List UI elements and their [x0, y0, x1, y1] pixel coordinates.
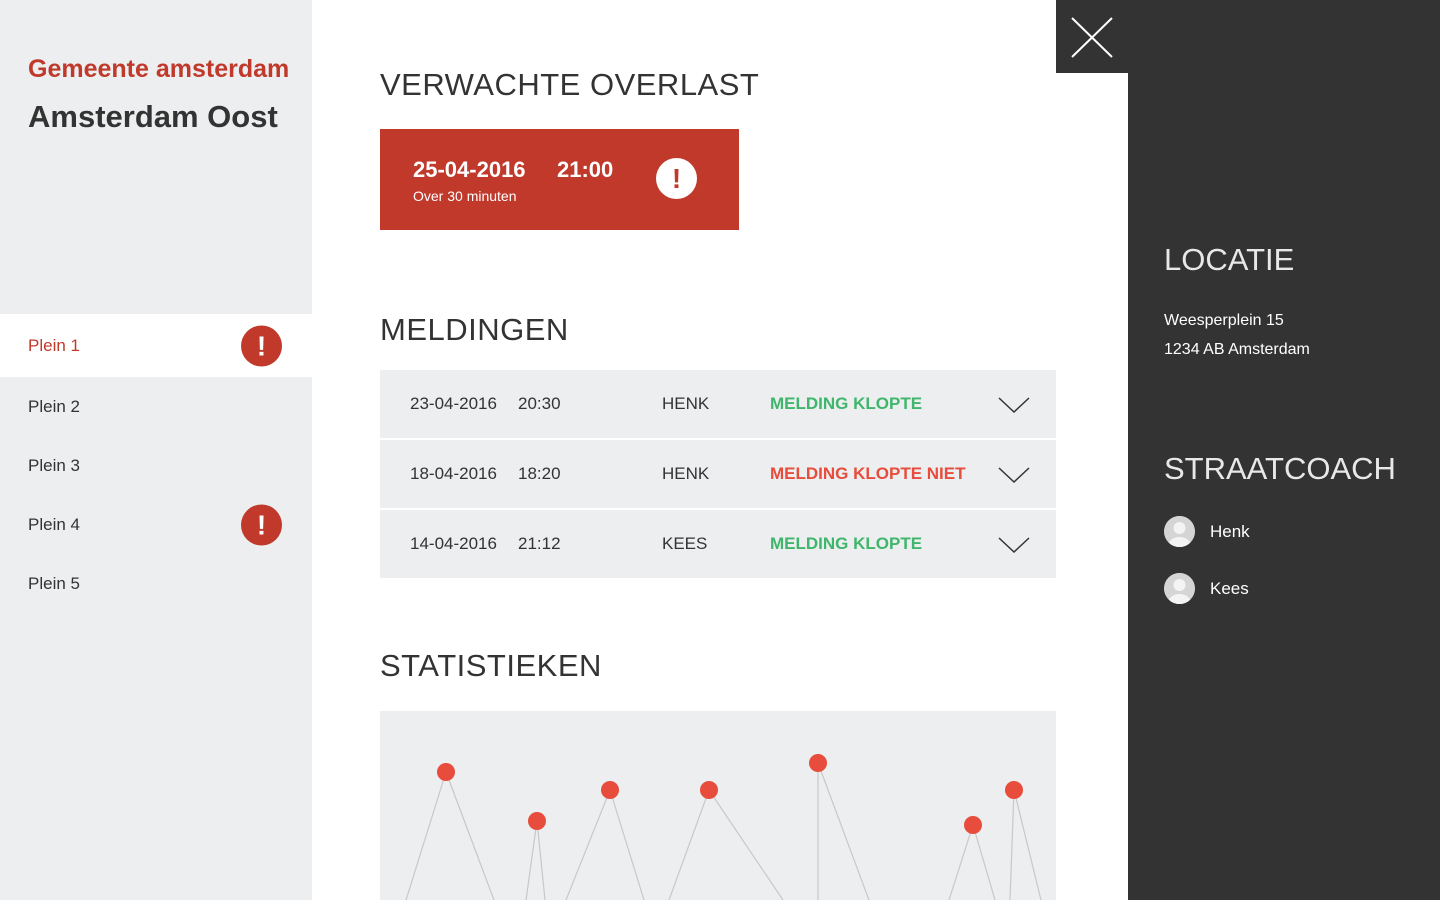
avatar-icon: [1164, 516, 1195, 547]
statistieken-title: STATISTIEKEN: [380, 648, 602, 683]
sidebar-item-label: Plein 5: [28, 574, 80, 593]
report-status: MELDING KLOPTE NIET: [770, 464, 966, 483]
chart-point: [809, 754, 827, 772]
alert-date: 25-04-2016: [413, 157, 526, 182]
chart-line: [405, 771, 447, 900]
chevron-down-icon[interactable]: [998, 396, 1030, 414]
chart-point: [528, 812, 546, 830]
sidebar-item-plein-5[interactable]: Plein 5: [0, 554, 312, 613]
chart-line: [525, 820, 538, 900]
sidebar-item-plein-1[interactable]: Plein 1 !: [0, 314, 312, 377]
table-row[interactable]: 18-04-2016 18:20 HENK MELDING KLOPTE NIE…: [380, 440, 1056, 510]
chevron-down-icon[interactable]: [998, 466, 1030, 484]
sidebar-item-plein-4[interactable]: Plein 4 !: [0, 495, 312, 554]
chart-line: [948, 824, 974, 900]
close-button[interactable]: [1056, 0, 1128, 73]
chevron-down-icon[interactable]: [998, 536, 1030, 554]
chart-line: [972, 824, 996, 900]
statistics-chart: [380, 711, 1056, 900]
statistics-chart-svg: [405, 754, 1042, 900]
sidebar-item-label: Plein 3: [28, 456, 80, 475]
plein-list: Plein 1 ! Plein 2 Plein 3 Plein 4 ! Plei…: [0, 314, 312, 613]
sidebar-item-label: Plein 2: [28, 397, 80, 416]
alert-icon: !: [241, 504, 282, 545]
chart-point: [601, 781, 619, 799]
report-status: MELDING KLOPTE: [770, 534, 923, 553]
report-name: HENK: [662, 464, 710, 483]
chart-point: [437, 763, 455, 781]
alert-countdown: Over 30 minuten: [413, 188, 517, 204]
report-date: 23-04-2016: [410, 394, 497, 413]
sidebar: Gemeente amsterdam Amsterdam Oost Plein …: [0, 0, 312, 900]
organization-name: Gemeente amsterdam: [28, 55, 290, 83]
report-status: MELDING KLOPTE: [770, 394, 923, 413]
sidebar-item-plein-3[interactable]: Plein 3: [0, 436, 312, 495]
overlast-title: VERWACHTE OVERLAST: [380, 67, 760, 102]
report-list: 23-04-2016 20:30 HENK MELDING KLOPTE 18-…: [380, 370, 1056, 578]
chart-point: [700, 781, 718, 799]
chart-line: [1009, 789, 1015, 900]
report-date: 14-04-2016: [410, 534, 497, 553]
report-name: KEES: [662, 534, 708, 553]
chart-line: [536, 820, 546, 900]
chart-line: [609, 789, 645, 900]
report-name: HENK: [662, 394, 710, 413]
main-content: VERWACHTE OVERLAST 25-04-2016 21:00 Over…: [312, 0, 1056, 900]
report-time: 18:20: [518, 464, 561, 483]
meldingen-title: MELDINGEN: [380, 312, 569, 347]
chart-point: [1005, 781, 1023, 799]
sidebar-item-label: Plein 4: [28, 515, 80, 534]
chart-line: [445, 771, 495, 900]
table-row[interactable]: 14-04-2016 21:12 KEES MELDING KLOPTE: [380, 510, 1056, 578]
chart-point: [964, 816, 982, 834]
coach-name: Kees: [1210, 579, 1249, 598]
locatie-title: LOCATIE: [1164, 242, 1295, 277]
address-line-1: Weesperplein 15: [1164, 312, 1284, 329]
alert-time: 21:00: [557, 157, 614, 182]
chart-line: [1013, 789, 1042, 900]
report-date: 18-04-2016: [410, 464, 497, 483]
expected-nuisance-card[interactable]: 25-04-2016 21:00 Over 30 minuten !: [380, 129, 739, 230]
alert-icon: !: [656, 158, 697, 199]
table-row[interactable]: 23-04-2016 20:30 HENK MELDING KLOPTE: [380, 370, 1056, 440]
district-title: Amsterdam Oost: [28, 99, 278, 134]
avatar-icon: [1164, 573, 1195, 604]
straatcoach-title: STRAATCOACH: [1164, 451, 1396, 486]
coach-name: Henk: [1210, 522, 1250, 541]
report-time: 20:30: [518, 394, 561, 413]
chart-line: [708, 789, 784, 900]
report-time: 21:12: [518, 534, 561, 553]
close-icon: [1071, 17, 1113, 58]
sidebar-item-plein-2[interactable]: Plein 2: [0, 377, 312, 436]
chart-line: [817, 762, 870, 900]
chart-line: [668, 789, 710, 900]
chart-line: [565, 789, 611, 900]
details-panel: LOCATIE Weesperplein 15 1234 AB Amsterda…: [1128, 0, 1440, 900]
sidebar-item-label: Plein 1: [28, 336, 80, 355]
address-line-2: 1234 AB Amsterdam: [1164, 341, 1310, 358]
alert-icon: !: [241, 325, 282, 366]
